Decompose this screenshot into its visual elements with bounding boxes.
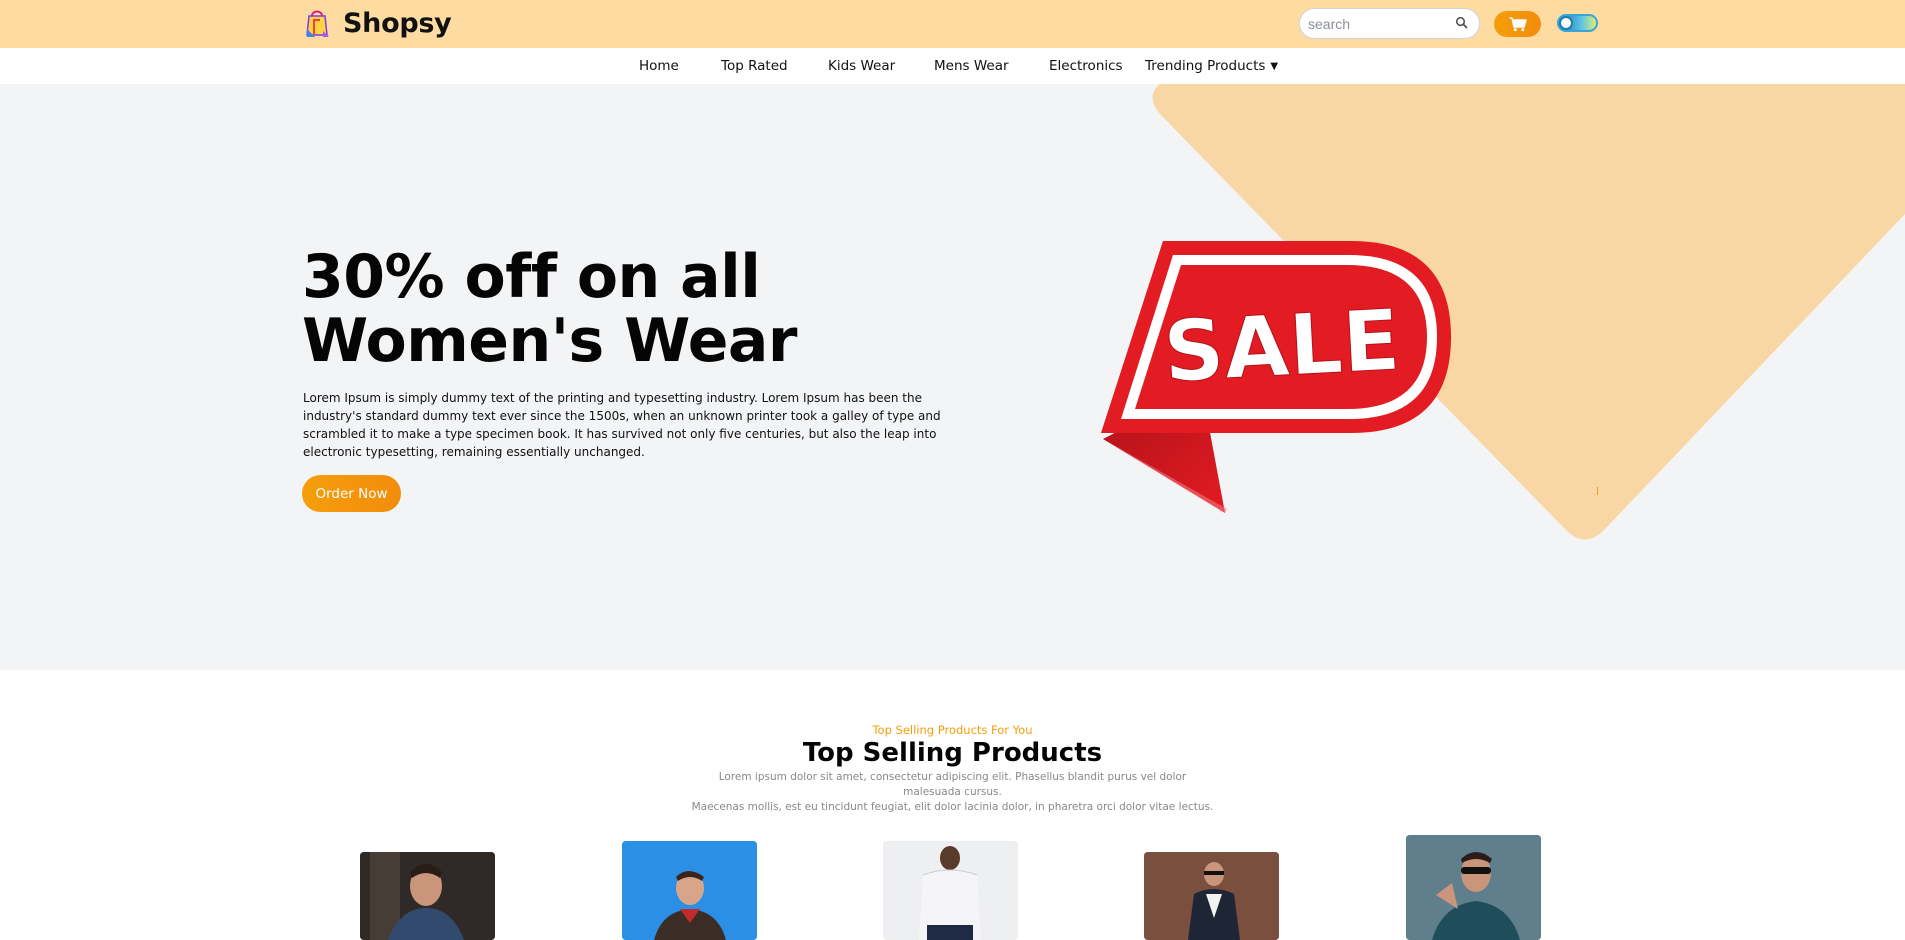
hero-decorative-shape	[1152, 84, 1905, 540]
brand-logo[interactable]: Shopsy	[303, 7, 452, 39]
top-bar: Shopsy	[0, 0, 1905, 48]
decorative-tick	[1597, 487, 1598, 495]
product-photo-man-sunglasses	[1406, 835, 1541, 940]
hero-title-line-1: 30% off on all	[302, 242, 761, 312]
shopping-bag-logo-icon	[306, 10, 329, 37]
hero-title-line-2: Women's Wear	[302, 306, 797, 376]
order-now-button[interactable]: Order Now	[302, 475, 401, 512]
hero-banner: 30% off on all Women's Wear Lorem Ipsum …	[0, 84, 1905, 670]
nav-item-top-rated[interactable]: Top Rated	[721, 58, 788, 74]
product-photo-man-white-shirt	[883, 841, 1018, 940]
cart-button[interactable]	[1494, 11, 1541, 37]
nav-item-electronics[interactable]: Electronics	[1049, 58, 1123, 74]
products-subtitle: Top Selling Products For You	[872, 723, 1033, 737]
products-description: Lorem ipsum dolor sit amet, consectetur …	[690, 770, 1215, 815]
cart-icon	[1509, 16, 1527, 31]
nav-item-mens-wear[interactable]: Mens Wear	[934, 58, 1009, 74]
products-title: Top Selling Products	[802, 738, 1103, 768]
product-card-2-image[interactable]	[622, 841, 757, 940]
product-card-5-image[interactable]	[1406, 835, 1541, 940]
product-card-4-image[interactable]	[1144, 852, 1279, 940]
nav-dropdown-trending[interactable]: Trending Products ▼	[1145, 58, 1278, 74]
hero-title: 30% off on all Women's Wear	[302, 245, 862, 373]
nav-item-home[interactable]: Home	[639, 58, 679, 74]
search-icon[interactable]	[1455, 16, 1469, 30]
search-box[interactable]	[1299, 8, 1480, 39]
nav-item-kids-wear[interactable]: Kids Wear	[828, 58, 895, 74]
caret-down-icon: ▼	[1270, 61, 1279, 72]
sale-badge-text: SALE	[1161, 291, 1402, 401]
product-card-1-image[interactable]	[360, 852, 495, 940]
theme-toggle[interactable]	[1557, 14, 1598, 32]
search-input[interactable]	[1300, 9, 1440, 38]
product-photo-man-blazer	[1144, 852, 1279, 940]
theme-toggle-icon	[1561, 18, 1571, 28]
brand-name: Shopsy	[343, 7, 452, 39]
products-description-line-1: Lorem ipsum dolor sit amet, consectetur …	[718, 771, 1187, 798]
product-card-3-image[interactable]	[883, 841, 1018, 940]
product-photo-man-denim-shirt	[360, 852, 495, 940]
products-description-line-2: Maecenas mollis, est eu tincidunt feugia…	[691, 801, 1214, 813]
nav-dropdown-label: Trending Products	[1145, 58, 1266, 74]
main-nav: Home Top Rated Kids Wear Mens Wear Elect…	[0, 48, 1905, 84]
product-photo-man-leather-jacket	[622, 841, 757, 940]
sale-badge-image: SALE	[1101, 241, 1451, 513]
hero-description: Lorem Ipsum is simply dummy text of the …	[303, 391, 941, 459]
